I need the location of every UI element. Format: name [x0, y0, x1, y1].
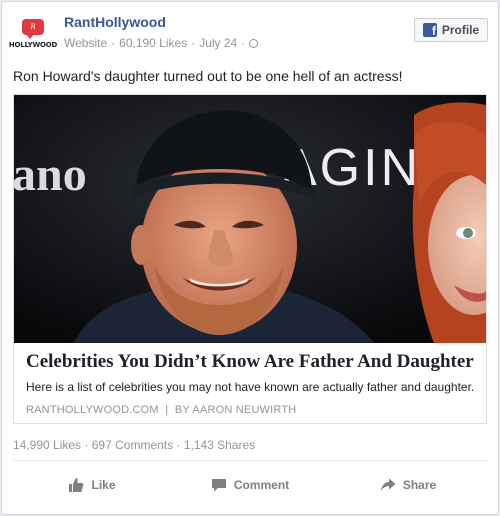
link-preview[interactable]: ano AGIN Celebrities You Didn’t Know Are… — [13, 94, 487, 424]
share-label: Share — [402, 478, 437, 492]
post-card: R HOLLYWOOD RantHollywood Website · 60,1… — [1, 1, 499, 515]
meta-separator: · — [241, 36, 246, 50]
likes-count[interactable]: 14,990 Likes — [13, 438, 81, 452]
like-button[interactable]: Like — [13, 468, 171, 502]
page-avatar[interactable]: R HOLLYWOOD — [9, 14, 57, 54]
count-separator: · — [84, 438, 92, 452]
share-button[interactable]: Share — [329, 468, 487, 502]
link-title[interactable]: Celebrities You Didn’t Know Are Father A… — [26, 351, 474, 373]
post-message: Ron Howard's daughter turned out to be o… — [13, 68, 403, 84]
like-label: Like — [91, 478, 116, 492]
link-author: BY AARON NEUWIRTH — [174, 404, 297, 416]
share-arrow-icon — [380, 478, 396, 491]
actions-divider — [13, 460, 487, 461]
logo-speech-bubble-icon: R — [22, 19, 44, 39]
link-source: RANTHOLLYWOOD.COM | BY AARON NEUWIRTH — [26, 404, 296, 416]
globe-icon — [249, 38, 259, 48]
page-type: Website — [64, 36, 108, 50]
speech-bubble-icon — [211, 479, 226, 492]
link-domain: RANTHOLLYWOOD.COM — [26, 404, 159, 416]
comment-button[interactable]: Comment — [171, 468, 329, 502]
post-meta: Website · 60,190 Likes · July 24 · — [64, 36, 259, 50]
meta-separator: · — [111, 36, 116, 50]
profile-button[interactable]: f Profile — [414, 18, 488, 42]
page-name-link[interactable]: RantHollywood — [64, 14, 166, 30]
profile-button-label: Profile — [441, 23, 480, 37]
meta-separator: · — [191, 36, 196, 50]
comment-label: Comment — [233, 478, 290, 492]
post-date[interactable]: July 24 — [199, 36, 237, 50]
shares-count[interactable]: 1,143 Shares — [184, 438, 255, 452]
source-separator: | — [162, 404, 172, 416]
engagement-counts: 14,990 Likes · 697 Comments · 1,143 Shar… — [13, 438, 255, 452]
thumbs-up-icon — [69, 478, 84, 492]
link-preview-image[interactable]: ano AGIN — [14, 95, 486, 343]
action-bar: Like Comment Share — [13, 468, 487, 502]
link-description: Here is a list of celebrities you may no… — [26, 380, 475, 394]
avatar-logo-text: HOLLYWOOD — [8, 41, 58, 49]
comments-count[interactable]: 697 Comments — [92, 438, 173, 452]
facebook-icon: f — [422, 23, 437, 37]
count-separator: · — [176, 438, 184, 452]
backdrop-text-left: ano — [14, 148, 87, 201]
page-likes: 60,190 Likes — [119, 36, 188, 50]
